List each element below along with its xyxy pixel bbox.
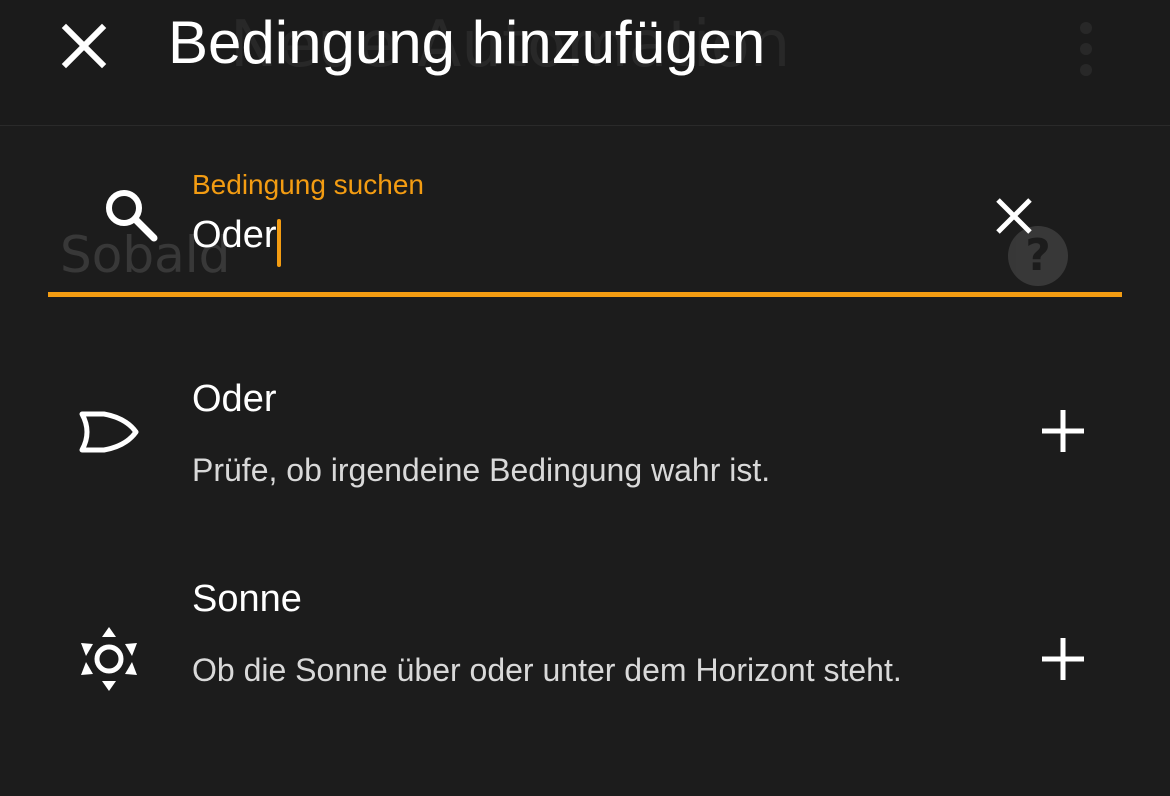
or-gate-icon <box>74 398 144 468</box>
close-icon <box>61 23 107 69</box>
add-condition-dialog: Neue Automation Sobald ? Bedingung hinzu… <box>0 0 1170 796</box>
search-input[interactable]: Oder <box>192 208 952 267</box>
dialog-title: Bedingung hinzufügen <box>168 9 766 76</box>
search-icon <box>100 184 162 246</box>
search-underline <box>48 292 1122 297</box>
plus-icon <box>1042 638 1084 680</box>
dialog-header: Bedingung hinzufügen <box>0 0 1170 126</box>
clear-search-button[interactable] <box>990 192 1038 240</box>
header-divider <box>0 125 1170 126</box>
result-description: Prüfe, ob irgendeine Bedingung wahr ist. <box>192 452 771 488</box>
sun-icon <box>74 624 144 694</box>
clear-icon <box>996 198 1032 234</box>
search-input-value: Oder <box>192 214 277 256</box>
result-title: Sonne <box>192 578 302 620</box>
result-item-sonne[interactable]: Sonne Ob die Sonne über oder unter dem H… <box>0 560 1170 760</box>
result-item-oder[interactable]: Oder Prüfe, ob irgendeine Bedingung wahr… <box>0 360 1170 510</box>
plus-icon <box>1042 410 1084 452</box>
add-button[interactable] <box>1036 632 1090 686</box>
search-label: Bedingung suchen <box>192 169 424 200</box>
close-button[interactable] <box>52 14 116 78</box>
text-cursor <box>277 218 282 267</box>
add-button[interactable] <box>1036 404 1090 458</box>
result-title: Oder <box>192 378 277 420</box>
result-description: Ob die Sonne über oder unter dem Horizon… <box>192 652 902 688</box>
